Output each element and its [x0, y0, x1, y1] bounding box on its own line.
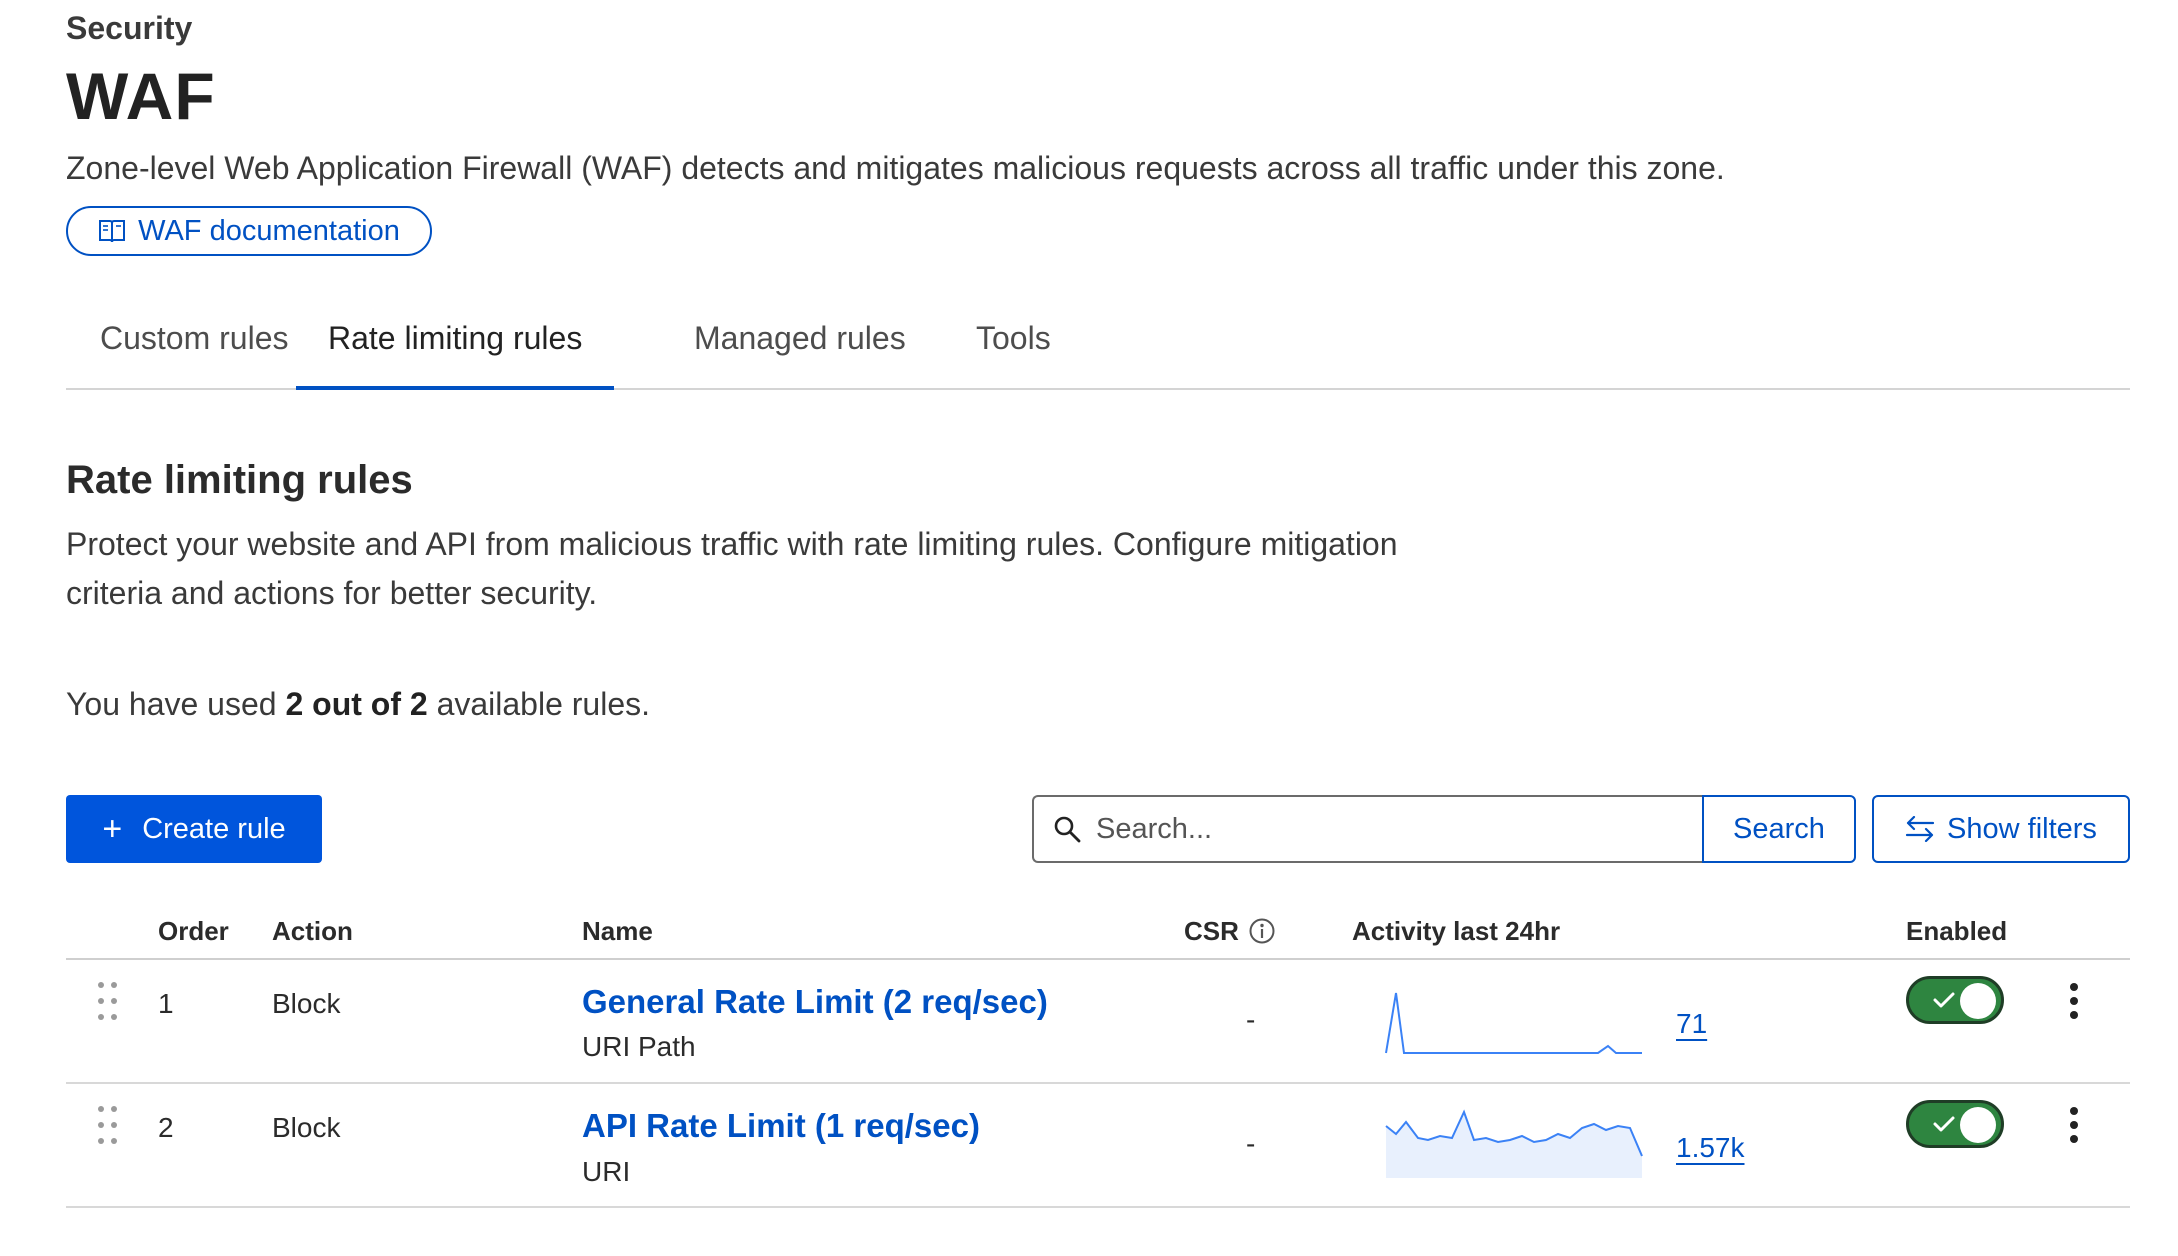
rule-name-link[interactable]: API Rate Limit (1 req/sec)	[582, 1107, 980, 1145]
create-rule-label: Create rule	[142, 812, 286, 845]
rule-csr: -	[1246, 1004, 1256, 1035]
page-description: Zone-level Web Application Firewall (WAF…	[66, 150, 1725, 186]
enabled-toggle[interactable]	[1906, 1100, 2004, 1148]
section-description: Protect your website and API from malici…	[66, 526, 1398, 611]
section-title: Rate limiting rules	[66, 458, 413, 502]
search-button[interactable]: Search	[1702, 795, 1856, 863]
column-header-name: Name	[582, 916, 653, 946]
plus-icon: +	[102, 809, 123, 848]
book-icon	[99, 220, 126, 243]
row-divider	[66, 1206, 2130, 1208]
column-header-action: Action	[272, 916, 353, 946]
column-header-activity: Activity last 24hr	[1352, 916, 1561, 946]
doc-link-label: WAF documentation	[138, 214, 400, 247]
enabled-toggle[interactable]	[1906, 976, 2004, 1024]
rule-name-link[interactable]: General Rate Limit (2 req/sec)	[582, 983, 1048, 1021]
tab-tools[interactable]: Tools	[976, 320, 1051, 388]
activity-count-link[interactable]: 71	[1676, 1008, 1707, 1040]
row-divider	[66, 1082, 2130, 1084]
magnifier-icon	[1054, 816, 1081, 843]
usage-count: 2 out of 2	[285, 686, 428, 722]
drag-handle-icon[interactable]	[96, 1104, 120, 1146]
activity-sparkline	[1385, 992, 1642, 1054]
toggle-knob	[1960, 983, 1996, 1019]
show-filters-button[interactable]: Show filters	[1872, 795, 2130, 863]
table-header-divider	[66, 958, 2130, 960]
usage-text: You have used 2 out of 2 available rules…	[66, 686, 651, 722]
drag-handle-icon[interactable]	[96, 980, 120, 1022]
rule-order: 1	[158, 988, 174, 1019]
tab-bar: Custom rules Rate limiting rules Managed…	[66, 300, 2130, 390]
column-header-csr: CSR	[1184, 916, 1239, 946]
tab-custom-rules[interactable]: Custom rules	[100, 320, 289, 388]
arrows-swap-icon	[1905, 816, 1935, 842]
info-icon[interactable]	[1248, 917, 1276, 945]
check-icon	[1933, 992, 1955, 1008]
waf-documentation-link[interactable]: WAF documentation	[66, 206, 432, 256]
rule-action: Block	[272, 1112, 341, 1143]
activity-sparkline	[1385, 1109, 1643, 1178]
search-input[interactable]	[1096, 812, 1656, 846]
activity-count-link[interactable]: 1.57k	[1676, 1132, 1745, 1164]
page-title: WAF	[66, 59, 216, 133]
rule-field: URI Path	[582, 1031, 696, 1062]
kebab-icon[interactable]	[2064, 982, 2084, 1022]
rule-action: Block	[272, 988, 341, 1019]
toggle-knob	[1960, 1107, 1996, 1143]
create-rule-button[interactable]: + Create rule	[66, 795, 322, 863]
kebab-icon[interactable]	[2064, 1106, 2084, 1146]
breadcrumb: Security	[66, 10, 193, 46]
column-header-enabled: Enabled	[1906, 916, 2008, 946]
rule-csr: -	[1246, 1128, 1256, 1159]
check-icon	[1933, 1116, 1955, 1132]
tab-rate-limiting-rules[interactable]: Rate limiting rules	[296, 320, 615, 390]
column-header-order[interactable]: Order	[158, 916, 229, 947]
rule-order: 2	[158, 1112, 174, 1143]
tab-managed-rules[interactable]: Managed rules	[694, 320, 906, 388]
show-filters-label: Show filters	[1947, 812, 2097, 845]
search-box	[1032, 795, 1703, 863]
rule-field: URI	[582, 1156, 631, 1187]
